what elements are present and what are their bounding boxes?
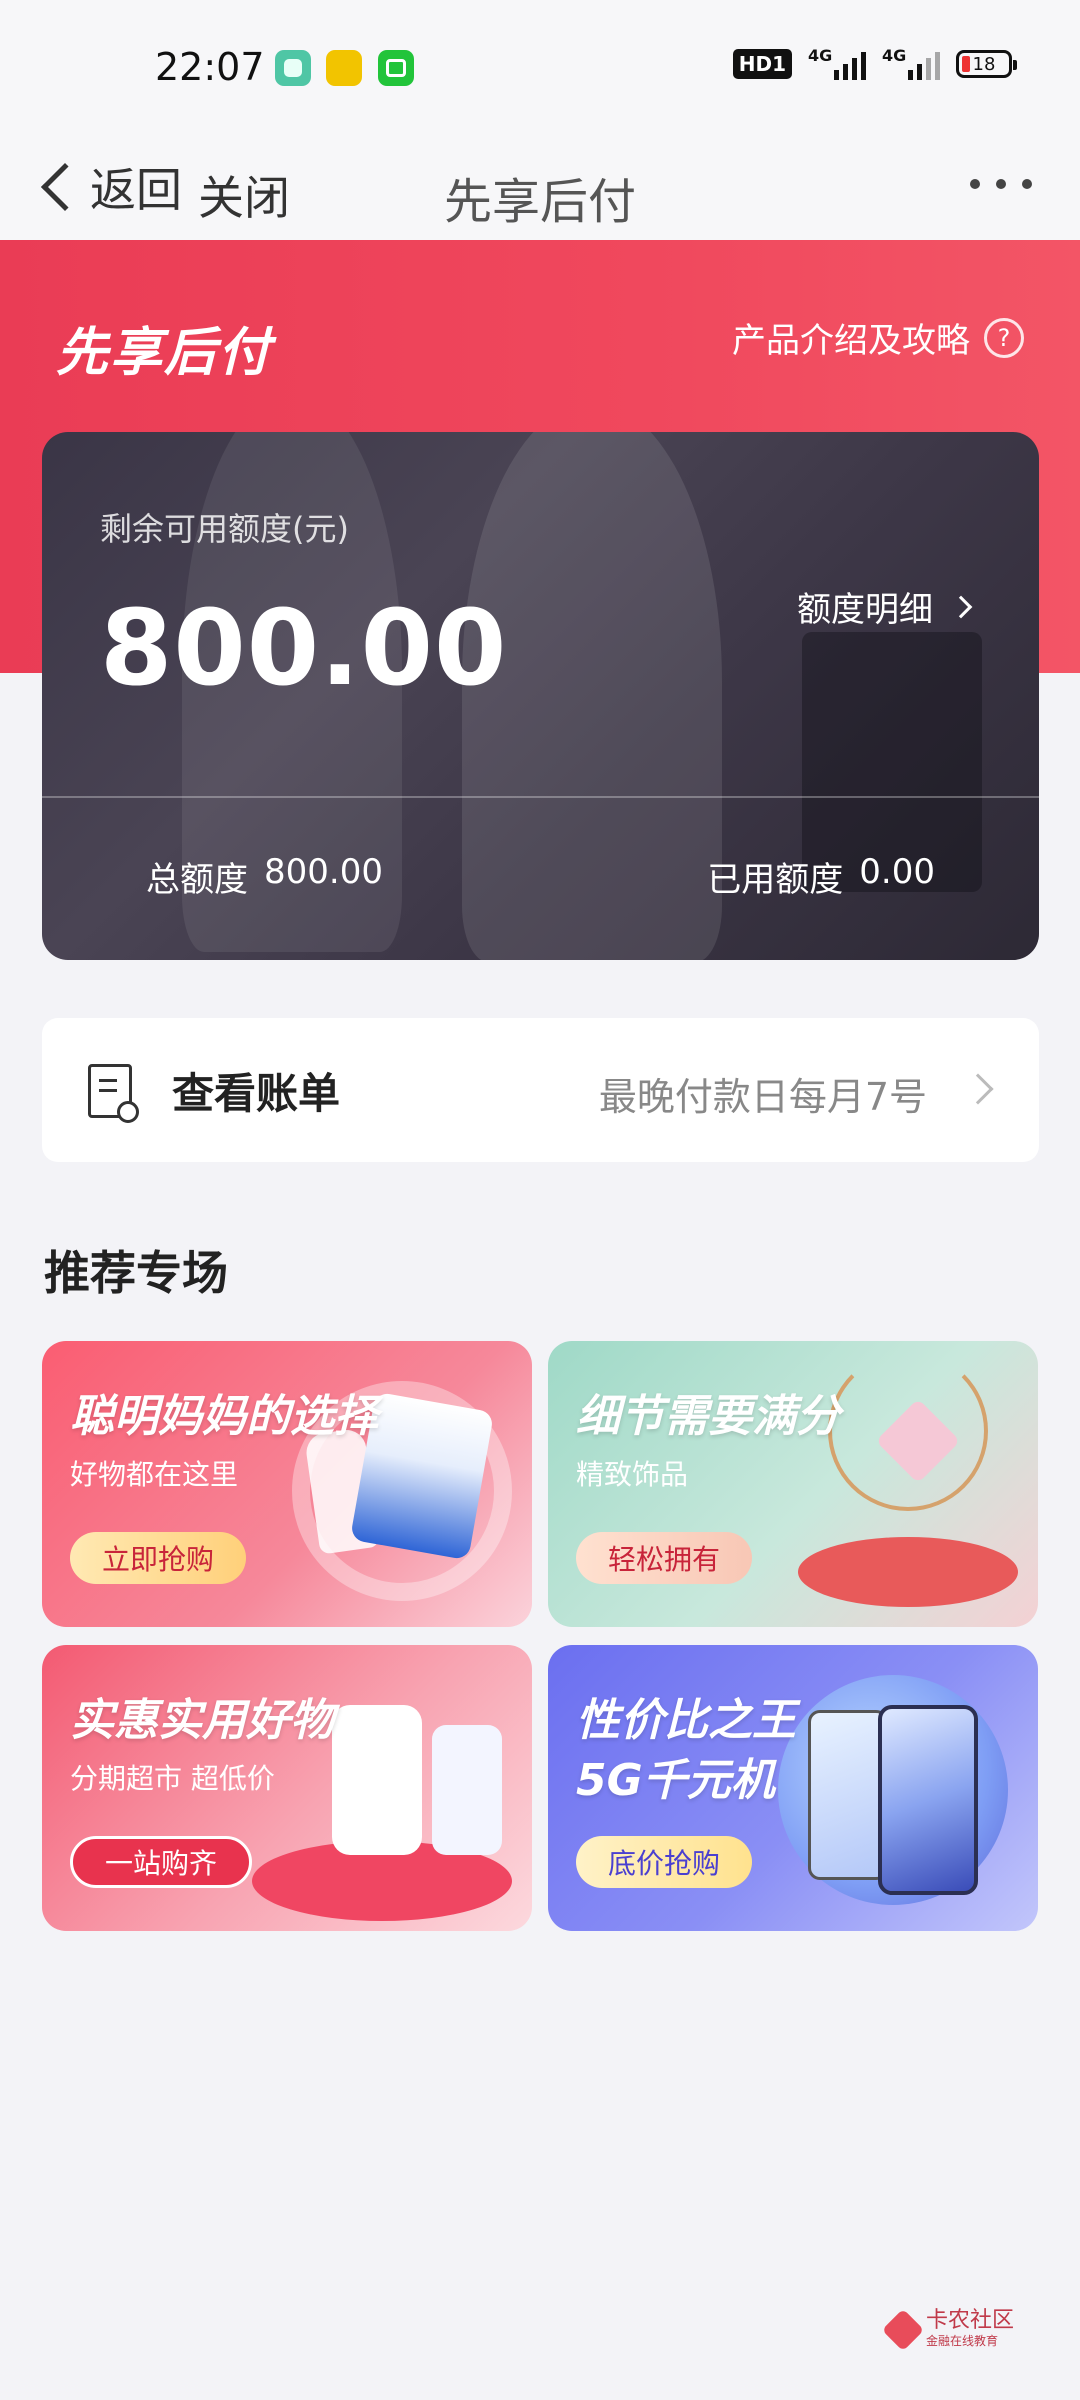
card-divider [42,796,1039,798]
used-credit: 已用额度 0.00 [707,852,935,901]
soap-bottle-image [432,1725,502,1855]
promo-title: 性价比之王 5G千元机 [576,1691,796,1811]
more-menu-button[interactable] [970,179,1032,189]
promo-banner-phone[interactable]: 性价比之王 5G千元机 底价抢购 [548,1645,1038,1931]
promo-button[interactable]: 立即抢购 [70,1532,247,1584]
iqiyi-icon [378,50,414,86]
product-guide-link[interactable]: 产品介绍及攻略 ? [732,313,1024,362]
navigation-bar: 返回 关闭 先享后付 [0,135,1080,240]
chevron-left-icon [40,162,90,212]
promo-button[interactable]: 轻松拥有 [576,1532,753,1584]
signal-label: 4G [808,46,833,65]
promo-title: 聪明妈妈的选择 [70,1391,378,1442]
promo-banner-household[interactable]: 实惠实用好物 分期超市 超低价 一站购齐 [42,1645,532,1931]
promo-title-line2: 5G千元机 [576,1755,775,1806]
signal-icon: 4G [808,46,866,80]
more-dots-icon [970,179,980,189]
back-label: 返回 [90,163,182,217]
hd-badge: HD1 [732,49,792,79]
remaining-credit-amount: 800.00 [100,587,508,709]
guide-label: 产品介绍及攻略 [732,321,970,361]
credit-detail-label: 额度明细 [797,590,933,630]
promo-title: 细节需要满分 [576,1391,840,1442]
phone-image [878,1705,978,1895]
signal-icon: 4G [882,46,940,80]
promo-subtitle: 分期超市 超低价 [70,1762,275,1795]
promo-banner-jewelry[interactable]: 细节需要满分 精致饰品 轻松拥有 [548,1341,1038,1627]
battery-icon: 18 [956,50,1017,78]
status-indicators: HD1 4G 4G 18 [732,46,1017,80]
payment-due-note: 最晚付款日每月7号 [598,1075,927,1119]
notes-app-icon [275,50,311,86]
watermark-logo-icon [881,2308,925,2351]
watermark-text: 卡农社区 [925,2308,1014,2333]
product-logo: 先享后付 [56,323,273,383]
view-bill-title: 查看账单 [172,1069,341,1118]
promo-banner-baby[interactable]: 聪明妈妈的选择 好物都在这里 立即抢购 [42,1341,532,1627]
promo-title: 实惠实用好物 [70,1695,334,1746]
view-bill-row[interactable]: 查看账单 最晚付款日每月7号 [42,1018,1039,1162]
status-bar: 22:07 HD1 4G 4G 18 [0,0,1080,135]
promo-button[interactable]: 底价抢购 [576,1836,753,1888]
display-stage-image [798,1537,1018,1607]
promo-subtitle: 精致饰品 [576,1458,689,1491]
recommend-section-title: 推荐专场 [44,1246,228,1300]
phone-back-image [808,1710,888,1880]
remaining-credit-label: 剩余可用额度(元) [100,510,349,548]
total-credit-label: 总额度 [146,860,248,900]
signal-label: 4G [882,46,907,65]
bill-search-icon [88,1064,139,1123]
watermark: 卡农社区 金融在线教育 [881,2308,1014,2351]
close-button[interactable]: 关闭 [198,162,290,228]
used-credit-label: 已用额度 [707,860,844,900]
chevron-right-icon [949,595,973,618]
detergent-image [332,1705,422,1855]
watermark-subtext: 金融在线教育 [925,2334,998,2348]
total-credit: 总额度 800.00 [146,852,383,901]
chevron-right-icon [962,1073,994,1105]
yellow-app-icon [326,50,362,86]
credit-limit-card: 剩余可用额度(元) 800.00 额度明细 总额度 800.00 已用额度 0.… [42,432,1039,960]
promo-title-line1: 性价比之王 [576,1695,796,1746]
help-circle-icon: ? [984,317,1024,358]
total-credit-amount: 800.00 [264,852,383,892]
back-button[interactable]: 返回 [38,147,182,227]
used-credit-amount: 0.00 [859,852,935,892]
status-time: 22:07 [155,45,265,89]
promo-button[interactable]: 一站购齐 [70,1836,253,1888]
promo-subtitle: 好物都在这里 [70,1458,239,1491]
battery-level: 18 [972,53,996,75]
credit-detail-link[interactable]: 额度明细 [797,582,973,631]
